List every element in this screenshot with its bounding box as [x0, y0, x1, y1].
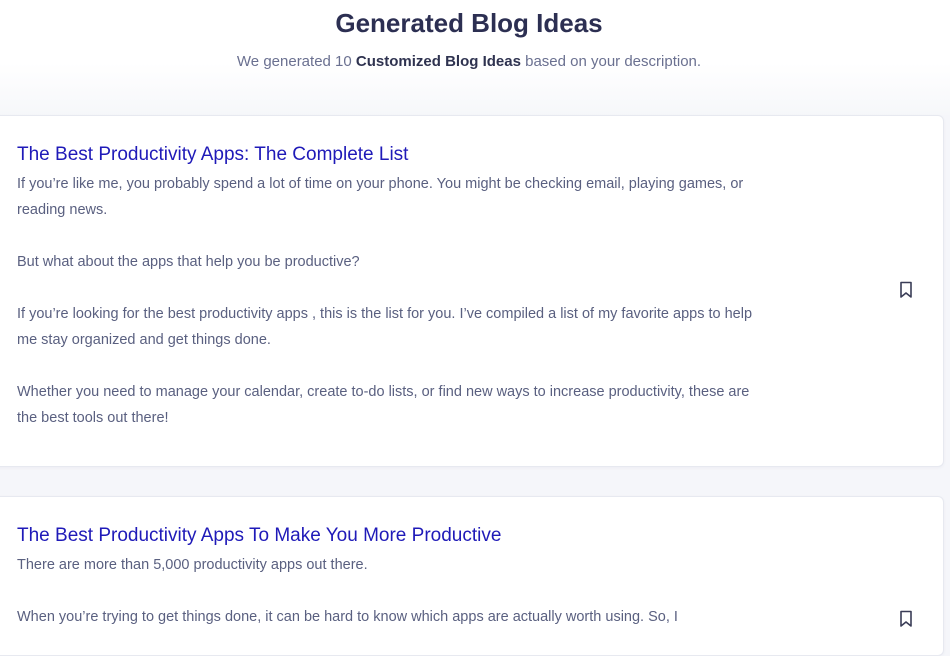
bookmark-icon — [900, 281, 912, 298]
blog-idea-paragraph: But what about the apps that help you be… — [17, 254, 360, 270]
blog-idea-description: There are more than 5,000 productivity a… — [17, 552, 762, 656]
page-title: Generated Blog Ideas — [335, 8, 603, 38]
bookmark-button[interactable] — [899, 281, 913, 299]
bookmark-button[interactable] — [899, 610, 913, 628]
blog-idea-paragraph: If you’re like me, you probably spend a … — [17, 176, 744, 218]
blog-idea-card: The Best Productivity Apps: The Complete… — [0, 115, 944, 467]
blog-idea-paragraph: If you’re looking for the best productiv… — [17, 306, 753, 348]
blog-idea-description: If you’re like me, you probably spend a … — [17, 171, 762, 457]
blog-idea-paragraph: When you’re trying to get things done, i… — [17, 609, 678, 625]
page-subtitle: We generated 10 Customized Blog Ideas ba… — [0, 52, 938, 72]
page-header: Generated Blog Ideas We generated 10 Cus… — [0, 0, 950, 115]
blog-idea-paragraph: Whether you need to manage your calendar… — [17, 384, 750, 426]
subtitle-highlight: Customized Blog Ideas — [355, 53, 521, 70]
subtitle-text-pre: We generated 10 — [236, 53, 356, 70]
bookmark-icon — [900, 610, 912, 627]
blog-idea-title[interactable]: The Best Productivity Apps To Make You M… — [17, 524, 501, 548]
subtitle-text-post: based on your description. — [520, 53, 702, 70]
blog-idea-card: The Best Productivity Apps To Make You M… — [0, 496, 944, 656]
blog-idea-paragraph: There are more than 5,000 productivity a… — [17, 557, 368, 573]
blog-idea-title[interactable]: The Best Productivity Apps: The Complete… — [17, 143, 408, 167]
